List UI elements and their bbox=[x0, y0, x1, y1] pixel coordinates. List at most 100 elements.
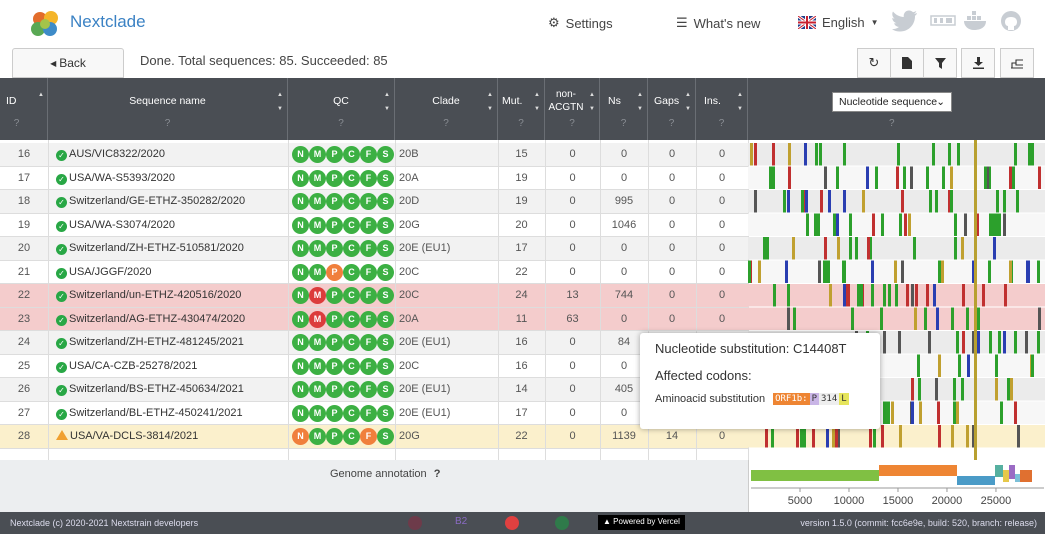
mutation-marker[interactable] bbox=[977, 331, 980, 354]
mutation-marker[interactable] bbox=[1009, 260, 1012, 284]
whats-new-link[interactable]: ☰ What's new bbox=[676, 15, 760, 31]
qc-badge-S[interactable]: S bbox=[377, 216, 394, 234]
sort-icon[interactable]: ▲ bbox=[487, 92, 493, 99]
cell-name[interactable]: ✓ USA/CA-CZB-25278/2021 bbox=[52, 355, 288, 378]
mutation-marker[interactable] bbox=[750, 143, 753, 166]
back-button[interactable]: ◀ Back bbox=[12, 48, 124, 78]
mutation-marker[interactable] bbox=[962, 331, 965, 354]
mutation-marker[interactable] bbox=[862, 190, 865, 213]
mutation-marker[interactable] bbox=[953, 378, 956, 401]
mutation-marker[interactable] bbox=[1007, 378, 1010, 401]
qc-badge-M[interactable]: M bbox=[309, 310, 326, 328]
export-button[interactable] bbox=[961, 48, 995, 78]
npm-icon[interactable] bbox=[930, 14, 956, 28]
mutation-marker[interactable] bbox=[950, 190, 953, 213]
table-row[interactable]: 21 ✓ USA/JGGF/2020 N M P C F S 20C 22 0 0 0 0 bbox=[0, 260, 748, 284]
globe-logo-icon[interactable] bbox=[555, 516, 569, 530]
mutation-marker[interactable] bbox=[883, 331, 886, 354]
mutation-marker[interactable] bbox=[787, 190, 790, 213]
mutation-marker[interactable] bbox=[793, 307, 796, 331]
mutation-marker[interactable] bbox=[937, 401, 940, 425]
mutation-marker[interactable] bbox=[847, 284, 850, 307]
qc-badge-C[interactable]: C bbox=[343, 381, 360, 398]
mutation-marker[interactable] bbox=[998, 331, 1001, 354]
check-circle-icon[interactable]: ✓ bbox=[56, 291, 67, 302]
nextclade-logo-icon[interactable] bbox=[30, 8, 62, 40]
check-circle-icon[interactable]: ✓ bbox=[56, 220, 67, 232]
mutation-marker[interactable] bbox=[1003, 190, 1006, 213]
cell-name[interactable]: ✓ Switzerland/ZH-ETHZ-481245/2021 bbox=[52, 331, 288, 354]
mutation-marker[interactable] bbox=[880, 307, 883, 331]
mutation-marker[interactable] bbox=[843, 143, 846, 166]
help-icon[interactable]: ? bbox=[434, 468, 441, 480]
mutation-marker[interactable] bbox=[824, 237, 827, 260]
qc-badge-P[interactable]: P bbox=[326, 193, 343, 210]
qc-badge-P[interactable]: P bbox=[326, 334, 343, 351]
mutation-marker[interactable] bbox=[995, 378, 998, 401]
mutation-marker[interactable] bbox=[849, 213, 852, 237]
gene-orf1b[interactable] bbox=[879, 465, 957, 476]
mutation-marker[interactable] bbox=[871, 284, 874, 307]
qc-badge-S[interactable]: S bbox=[377, 404, 394, 422]
sort-icon[interactable]: ▲ bbox=[277, 92, 283, 99]
warning-icon[interactable] bbox=[56, 430, 68, 440]
help-icon[interactable]: ? bbox=[498, 118, 544, 129]
qc-badge-P[interactable]: P bbox=[326, 240, 343, 257]
mutation-marker[interactable] bbox=[954, 213, 957, 237]
mutation-marker[interactable] bbox=[938, 260, 941, 284]
mutation-marker[interactable] bbox=[754, 143, 757, 166]
qc-badge-M[interactable]: M bbox=[309, 287, 326, 304]
mutation-marker[interactable] bbox=[896, 166, 899, 190]
check-circle-icon[interactable]: ✓ bbox=[56, 314, 67, 326]
table-row[interactable]: 27 ✓ Switzerland/BL-ETHZ-450241/2021 N M P C F S… bbox=[0, 401, 748, 425]
gene-orf3a[interactable] bbox=[995, 465, 1003, 477]
sort-icon[interactable]: ▲ bbox=[637, 92, 643, 99]
mutation-marker[interactable] bbox=[993, 237, 996, 260]
mutation-marker[interactable] bbox=[787, 284, 790, 307]
mutation-marker[interactable] bbox=[891, 401, 894, 425]
brand-name[interactable]: Nextclade bbox=[70, 12, 146, 32]
twitter-icon[interactable] bbox=[892, 10, 918, 32]
mutation-marker[interactable] bbox=[843, 284, 846, 307]
cell-name[interactable]: ✓ Switzerland/AG-ETHZ-430474/2020 bbox=[52, 308, 288, 331]
mutation-marker[interactable] bbox=[814, 213, 817, 237]
language-dropdown[interactable]: English ▼ bbox=[798, 15, 879, 30]
mutation-marker[interactable] bbox=[1017, 425, 1020, 448]
col-header-ins[interactable]: Ins. ▲ ▼ ? bbox=[696, 78, 748, 140]
table-row[interactable]: 23 ✓ Switzerland/AG-ETHZ-430474/2020 N M P C F S… bbox=[0, 307, 748, 331]
qc-badge-P[interactable]: P bbox=[326, 146, 343, 163]
mutation-marker[interactable] bbox=[901, 260, 904, 284]
qc-badge-M[interactable]: M bbox=[309, 334, 326, 351]
mutation-marker[interactable] bbox=[956, 401, 959, 425]
mutation-marker[interactable] bbox=[806, 213, 809, 237]
qc-badge-F[interactable]: F bbox=[360, 334, 377, 351]
mutation-marker[interactable] bbox=[1014, 401, 1017, 425]
mutation-marker[interactable] bbox=[954, 237, 957, 260]
mutation-marker[interactable] bbox=[773, 284, 776, 307]
qc-badge-F[interactable]: F bbox=[360, 240, 377, 257]
mutation-marker[interactable] bbox=[899, 213, 902, 237]
mutation-marker[interactable] bbox=[871, 260, 874, 284]
mutation-marker[interactable] bbox=[860, 284, 863, 307]
mutation-marker[interactable] bbox=[769, 166, 772, 190]
qc-badge-N[interactable]: N bbox=[292, 357, 309, 375]
qc-badge-C[interactable]: C bbox=[343, 428, 360, 445]
mutation-marker[interactable] bbox=[982, 284, 985, 307]
sort-down-icon[interactable]: ▼ bbox=[487, 106, 493, 112]
mutation-marker[interactable] bbox=[933, 284, 936, 307]
mutation-marker[interactable] bbox=[843, 190, 846, 213]
bio-logo-icon[interactable] bbox=[408, 516, 422, 530]
qc-badge-N[interactable]: N bbox=[292, 404, 309, 422]
mutation-marker[interactable] bbox=[908, 213, 911, 237]
mutation-marker[interactable] bbox=[911, 284, 914, 307]
table-row[interactable]: 28 USA/VA-DCLS-3814/2021 N M P C F S 20G 22 0 1139 1… bbox=[0, 425, 748, 449]
mutation-marker[interactable] bbox=[1031, 354, 1034, 378]
qc-badge-N[interactable]: N bbox=[292, 334, 309, 351]
qc-badge-C[interactable]: C bbox=[343, 216, 360, 234]
check-circle-icon[interactable]: ✓ bbox=[56, 173, 67, 185]
gene-map[interactable]: 5000 10000 15000 20000 25000 bbox=[748, 460, 1045, 512]
mutation-marker[interactable] bbox=[911, 401, 914, 425]
github-icon[interactable] bbox=[1000, 10, 1022, 32]
mutation-marker[interactable] bbox=[833, 213, 836, 237]
qc-badge-N[interactable]: N bbox=[292, 193, 309, 210]
